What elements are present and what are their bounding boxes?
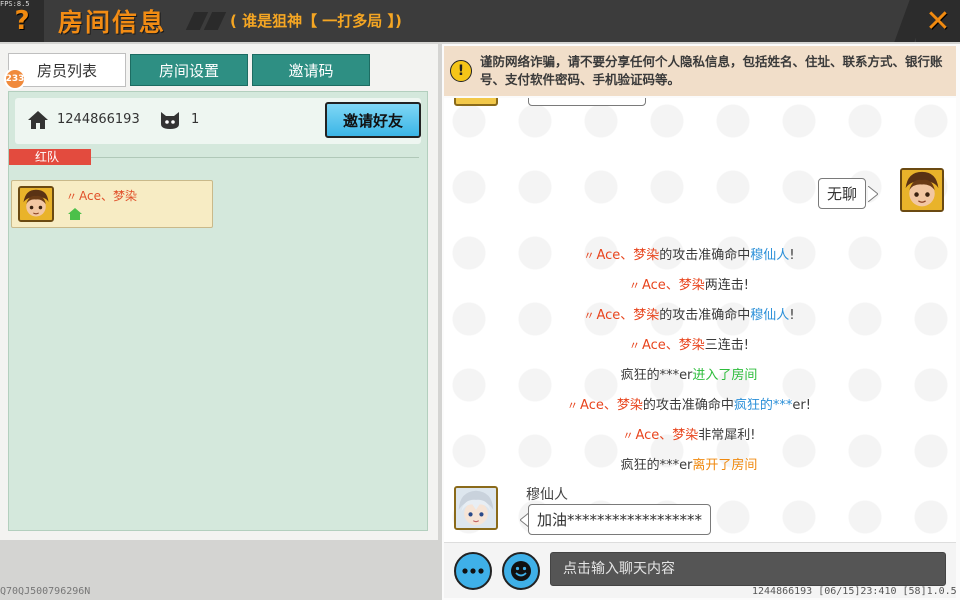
quote-mark-icon: 〃 <box>583 309 595 322</box>
message-segment: Ace、梦染 <box>580 398 643 413</box>
member-list-area: 1244866193 1 邀请好友 红队 〃 Ace、梦染 <box>8 91 428 531</box>
room-info-bar: 1244866193 1 邀请好友 <box>15 98 421 144</box>
room-name-subtitle: ( 谁是狙神【 一打多局 】) <box>230 12 402 30</box>
message-segment: 疯狂的***er <box>620 368 693 383</box>
invite-friends-button[interactable]: 邀请好友 <box>325 102 421 138</box>
system-message-line: 〃 Ace、梦染的攻击准确命中疯狂的***er! <box>444 394 934 413</box>
message-segment: 三连击! <box>704 338 750 353</box>
warning-icon: ! <box>450 60 472 82</box>
member-card[interactable]: 〃 Ace、梦染 <box>11 180 213 228</box>
chat-bubble-other: 加油****************** <box>528 504 712 535</box>
chat-bubble-self: 无聊 <box>818 178 867 209</box>
system-message-line: 〃 Ace、梦染两连击! <box>444 274 934 293</box>
system-message-line: 〃 Ace、梦染的攻击准确命中穆仙人! <box>444 244 934 263</box>
system-message-line: 〃 Ace、梦染三连击! <box>444 334 934 353</box>
system-message-line: 疯狂的***er进入了房间 <box>444 364 934 383</box>
chat-panel: ! 谨防网络诈骗，请不要分享任何个人隐私信息，包括姓名、住址、联系方式、银行账号… <box>442 44 960 600</box>
system-message-line: 疯狂的***er离开了房间 <box>444 454 934 473</box>
device-id-text: Q70QJ500796296N <box>0 586 91 597</box>
message-segment: 疯狂的*** <box>733 398 793 413</box>
room-id: 1244866193 <box>57 112 140 127</box>
tab-invite-code[interactable]: 邀请码 <box>252 54 370 86</box>
message-segment: 的攻击准确命中 <box>642 398 734 413</box>
message-segment: Ace、梦染 <box>641 338 705 353</box>
fps-counter: FPS:8.5 <box>0 0 30 8</box>
ellipsis-icon <box>462 568 484 574</box>
message-segment: 进入了房间 <box>692 368 758 383</box>
question-mark-icon: ? <box>14 6 30 36</box>
bubble-tail <box>868 186 878 202</box>
message-segment: 穆仙人 <box>750 248 790 263</box>
tab-room-settings[interactable]: 房间设置 <box>130 54 248 86</box>
system-message-line: 〃 Ace、梦染的攻击准确命中穆仙人! <box>444 304 934 323</box>
message-segment: 的攻击准确命中 <box>659 248 751 263</box>
cat-icon <box>161 112 179 129</box>
message-segment: 穆仙人 <box>750 308 790 323</box>
notification-badge: 233 <box>4 68 26 90</box>
header-bar: ? FPS:8.5 房间信息 ( 谁是狙神【 一打多局 】) ✕ <box>0 0 960 42</box>
message-segment: 的攻击准确命中 <box>659 308 751 323</box>
title-stripe-decoration <box>203 12 227 30</box>
message-segment: ! <box>789 308 795 323</box>
avatar <box>454 98 498 106</box>
sender-name: 穆仙人 <box>526 487 568 503</box>
message-segment: ! <box>789 248 795 263</box>
member-count: 1 <box>191 112 200 127</box>
message-segment: 离开了房间 <box>692 458 758 473</box>
member-name: 〃 Ace、梦染 <box>66 189 137 203</box>
message-segment: Ace、梦染 <box>635 428 699 443</box>
avatar-self[interactable] <box>900 168 944 212</box>
close-button[interactable]: ✕ <box>916 0 960 42</box>
message-segment: 疯狂的***er <box>620 458 693 473</box>
warning-text: 谨防网络诈骗，请不要分享任何个人隐私信息，包括姓名、住址、联系方式、银行账号、支… <box>480 54 943 87</box>
avatar <box>18 186 54 222</box>
avatar-character-icon <box>902 170 942 210</box>
close-icon: ✕ <box>925 3 951 39</box>
quote-mark-icon: 〃 <box>628 279 640 292</box>
avatar-character-icon <box>456 488 496 528</box>
message-segment: er! <box>792 398 811 413</box>
quote-mark-icon: 〃 <box>628 339 640 352</box>
message-segment: 非常犀利! <box>698 428 756 443</box>
chat-message-list[interactable]: 无聊 〃 Ace、梦染的攻击准确命中穆仙人! 〃 Ace、梦染两连击! 〃 Ace、梦染的… <box>444 98 956 566</box>
chat-bubble-partial <box>528 98 646 106</box>
member-panel: 233 房员列表 房间设置 邀请码 1244866193 1 邀请好友 红队 〃… <box>0 44 438 540</box>
page-title: 房间信息 <box>58 8 167 37</box>
smile-icon <box>511 561 531 581</box>
quote-mark-icon: 〃 <box>567 399 579 412</box>
message-segment: 两连击! <box>704 278 750 293</box>
quote-mark-icon: 〃 <box>622 429 634 442</box>
avatar-character-icon <box>20 188 52 220</box>
more-options-button[interactable] <box>454 552 492 590</box>
team-label-red: 红队 <box>9 149 91 165</box>
message-segment: Ace、梦染 <box>641 278 705 293</box>
system-message-line: 〃 Ace、梦染非常犀利! <box>444 424 934 443</box>
home-icon <box>28 111 48 129</box>
chat-input-field[interactable]: 点击输入聊天内容 <box>550 552 946 586</box>
message-segment: Ace、梦染 <box>596 308 660 323</box>
avatar-other[interactable] <box>454 486 498 530</box>
emoji-button[interactable] <box>502 552 540 590</box>
message-segment: Ace、梦染 <box>596 248 660 263</box>
scam-warning-banner: ! 谨防网络诈骗，请不要分享任何个人隐私信息，包括姓名、住址、联系方式、银行账号… <box>444 46 956 96</box>
version-info-text: 1244866193 [06/15]23:410 [58]1.0.5 <box>752 586 957 597</box>
host-house-icon <box>68 208 82 220</box>
quote-mark-icon: 〃 <box>66 190 77 203</box>
quote-mark-icon: 〃 <box>583 249 595 262</box>
tab-member-list[interactable]: 房员列表 <box>8 53 126 87</box>
